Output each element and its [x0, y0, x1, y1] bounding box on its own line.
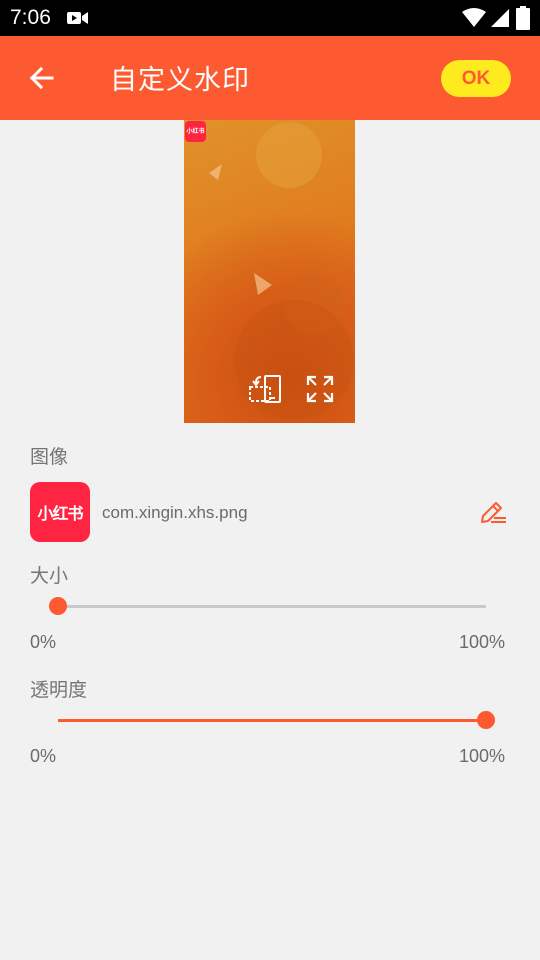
- watermark-logo[interactable]: 小红书: [185, 121, 206, 142]
- wifi-icon: [462, 8, 486, 27]
- ok-button[interactable]: OK: [441, 60, 511, 97]
- rotate-button[interactable]: [248, 374, 284, 406]
- size-slider[interactable]: [49, 597, 486, 615]
- watermark-preview: 小红书: [184, 120, 355, 423]
- page-title: 自定义水印: [110, 65, 250, 96]
- battery-icon: [516, 6, 530, 30]
- app-bar: 自定义水印 OK: [0, 36, 540, 120]
- image-thumbnail[interactable]: 小红书: [30, 482, 90, 542]
- arrow-left-icon: [29, 66, 54, 90]
- opacity-section-label: 透明度: [30, 679, 88, 701]
- size-max-label: 100%: [459, 632, 506, 652]
- size-slider-thumb[interactable]: [49, 597, 67, 615]
- opacity-max-label: 100%: [459, 746, 506, 766]
- size-section-label: 大小: [30, 565, 69, 587]
- opacity-min-label: 0%: [30, 746, 57, 766]
- size-min-label: 0%: [30, 632, 57, 652]
- opacity-slider-thumb[interactable]: [477, 711, 495, 729]
- opacity-slider[interactable]: [58, 711, 495, 729]
- opacity-slider-fill: [58, 719, 486, 722]
- back-button[interactable]: [22, 58, 62, 98]
- fullscreen-icon: [306, 375, 334, 403]
- edit-image-button[interactable]: [476, 496, 510, 530]
- edit-pencil-icon: [481, 502, 506, 523]
- image-filename: com.xingin.xhs.png: [102, 503, 248, 522]
- status-bar: 7:06: [0, 0, 540, 36]
- signal-icon: [491, 9, 509, 27]
- status-time: 7:06: [10, 6, 51, 29]
- rotate-screen-icon: [249, 375, 281, 403]
- video-icon: [67, 12, 88, 24]
- image-section-label: 图像: [30, 446, 69, 468]
- fullscreen-button[interactable]: [305, 374, 335, 404]
